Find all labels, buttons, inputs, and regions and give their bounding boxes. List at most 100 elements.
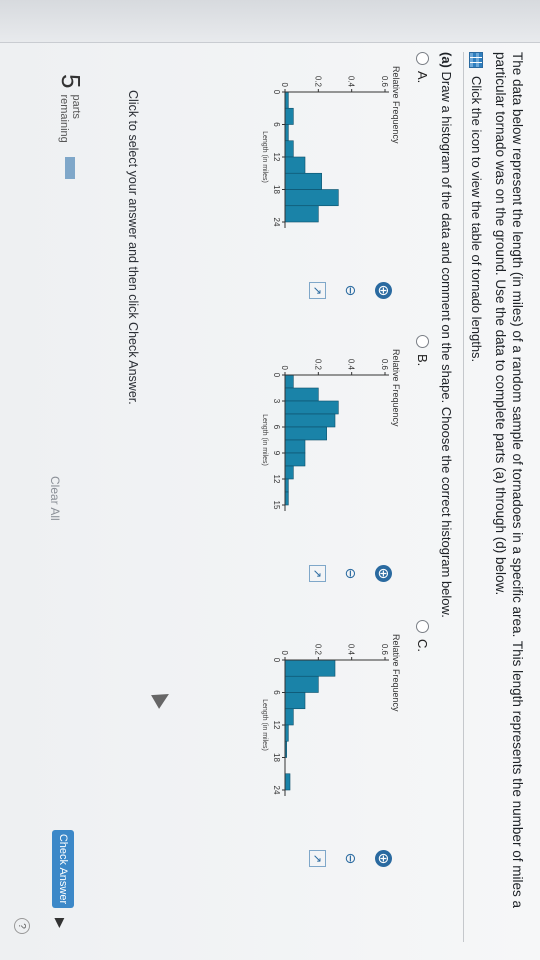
option-b-radio[interactable] — [416, 335, 429, 348]
mouse-cursor-icon — [151, 687, 173, 709]
histogram-bar — [284, 426, 327, 441]
histogram-bar — [284, 773, 291, 791]
question-text: (a) Draw a histogram of the data and com… — [439, 52, 454, 618]
x-axis-label: Length (in miles) — [261, 699, 268, 751]
option-c-tools: ⊕ ⊖ ↗ — [309, 850, 392, 867]
x-tick-label: 12 — [272, 153, 281, 162]
open-new-window-icon[interactable]: ↗ — [309, 850, 326, 867]
option-c[interactable]: C. Relative Frequency 0 0.2 0.4 0.6 0 6 12 18 24 L… — [220, 620, 430, 870]
option-c-header[interactable]: C. — [415, 620, 430, 870]
footer-instruction: Click to select your answer and then cli… — [126, 90, 140, 405]
y-tick-label: 0.6 — [380, 644, 389, 656]
left-margin — [0, 0, 540, 43]
y-tick-label: 0.4 — [347, 644, 356, 656]
histogram-bar — [284, 107, 294, 125]
y-axis-label: Relative Frequency — [391, 66, 401, 144]
histogram-bar — [284, 675, 319, 693]
open-new-window-icon[interactable]: ↗ — [309, 565, 326, 582]
histogram-bar — [284, 400, 339, 415]
zoom-out-icon[interactable]: ⊖ — [342, 565, 359, 582]
histogram-bar — [284, 413, 336, 428]
histogram-a: Relative Frequency 0 0.2 0.4 0.6 0 6 12 18 24 Leng… — [261, 66, 401, 228]
option-c-radio[interactable] — [416, 620, 429, 633]
question-part: (a) — [439, 52, 454, 68]
clear-all-button[interactable]: Clear All — [48, 476, 62, 521]
histogram-bar — [284, 708, 294, 726]
x-tick-label: 12 — [272, 475, 281, 484]
histogram-bar — [284, 452, 306, 467]
histogram-bar — [284, 374, 294, 389]
y-tick-label: 0.2 — [313, 359, 322, 371]
option-a-header[interactable]: A. — [415, 52, 430, 302]
zoom-out-icon[interactable]: ⊖ — [342, 850, 359, 867]
y-tick-label: 0.2 — [313, 644, 322, 656]
option-a-label[interactable]: A. — [415, 71, 430, 83]
parts-label-line1: parts — [70, 94, 83, 119]
option-a-tools: ⊕ ⊖ ↗ — [309, 282, 392, 299]
x-axis-label: Length (in miles) — [261, 414, 268, 466]
y-axis-label: Relative Frequency — [391, 349, 401, 427]
x-tick-label: 24 — [272, 218, 281, 227]
x-tick-label: 9 — [272, 451, 281, 456]
zoom-in-icon[interactable]: ⊕ — [375, 282, 392, 299]
x-tick-label: 12 — [272, 721, 281, 730]
open-new-window-icon[interactable]: ↗ — [309, 282, 326, 299]
x-tick-label: 0 — [272, 658, 281, 663]
parts-remaining: 5 parts remaining — [55, 74, 86, 179]
option-c-label[interactable]: C. — [415, 639, 430, 652]
x-axis-label: Length (in miles) — [261, 131, 268, 183]
histogram-bar — [284, 140, 294, 158]
zoom-out-icon[interactable]: ⊖ — [342, 282, 359, 299]
stage: The data below represent the length (in … — [0, 0, 540, 960]
histogram-bar — [284, 172, 322, 190]
parts-label-line2: remaining — [58, 94, 71, 143]
divider — [463, 52, 464, 942]
next-arrow-icon[interactable]: ▶ — [52, 918, 68, 928]
histogram-b: Relative Frequency 0 0.2 0.4 0.6 0 3 6 9 12 15 Leng… — [261, 349, 401, 511]
y-tick-label: 0 — [280, 651, 289, 656]
histogram-bar — [284, 189, 339, 207]
x-tick-label: 6 — [272, 425, 281, 430]
check-answer-button[interactable]: Check Answer — [52, 830, 74, 908]
x-tick-label: 24 — [272, 786, 281, 795]
histogram-c: Relative Frequency 0 0.2 0.4 0.6 0 6 12 18 24 Leng… — [261, 634, 401, 796]
histogram-bar — [284, 659, 336, 677]
option-b-header[interactable]: B. — [415, 335, 430, 585]
x-tick-label: 0 — [272, 90, 281, 95]
parts-progress-bar — [65, 156, 76, 179]
histogram-bar — [284, 439, 306, 454]
problem-intro: The data below represent the length (in … — [493, 52, 525, 908]
table-icon[interactable] — [469, 52, 484, 68]
x-tick-label: 6 — [272, 122, 281, 127]
histogram-bar — [284, 205, 319, 223]
x-tick-label: 3 — [272, 399, 281, 404]
y-tick-label: 0.4 — [347, 359, 356, 371]
help-icon[interactable]: ? — [14, 918, 30, 934]
zoom-in-icon[interactable]: ⊕ — [375, 850, 392, 867]
table-icon-link-text[interactable]: Click the icon to view the table of torn… — [469, 76, 484, 362]
x-tick-label: 18 — [272, 185, 281, 194]
y-tick-label: 0.6 — [380, 76, 389, 88]
zoom-in-icon[interactable]: ⊕ — [375, 565, 392, 582]
y-tick-label: 0.6 — [380, 359, 389, 371]
y-tick-label: 0 — [280, 366, 289, 371]
y-tick-label: 0.4 — [347, 76, 356, 88]
option-b-label[interactable]: B. — [415, 354, 430, 366]
option-a-radio[interactable] — [416, 52, 429, 65]
parts-count: 5 — [56, 74, 86, 89]
option-b-tools: ⊕ ⊖ ↗ — [309, 565, 392, 582]
y-tick-label: 0 — [280, 83, 289, 88]
option-b[interactable]: B. Relative Frequency 0 0.2 0.4 0.6 0 3 6 9 12 15 L… — [220, 335, 430, 585]
table-icon-row[interactable]: Click the icon to view the table of torn… — [469, 52, 484, 362]
x-tick-label: 6 — [272, 690, 281, 695]
y-axis-label: Relative Frequency — [391, 634, 401, 712]
question-body: Draw a histogram of the data and comment… — [439, 71, 454, 618]
x-tick-label: 15 — [272, 501, 281, 510]
histogram-bar — [284, 465, 294, 480]
histogram-bar — [284, 387, 319, 402]
histogram-bar — [284, 156, 306, 174]
option-a[interactable]: A. Relative Frequency 0 0.2 0.4 0.6 0 6 12 18 24 L… — [220, 52, 430, 302]
histogram-bar — [284, 692, 306, 710]
y-tick-label: 0.2 — [313, 76, 322, 88]
x-tick-label: 0 — [272, 373, 281, 378]
